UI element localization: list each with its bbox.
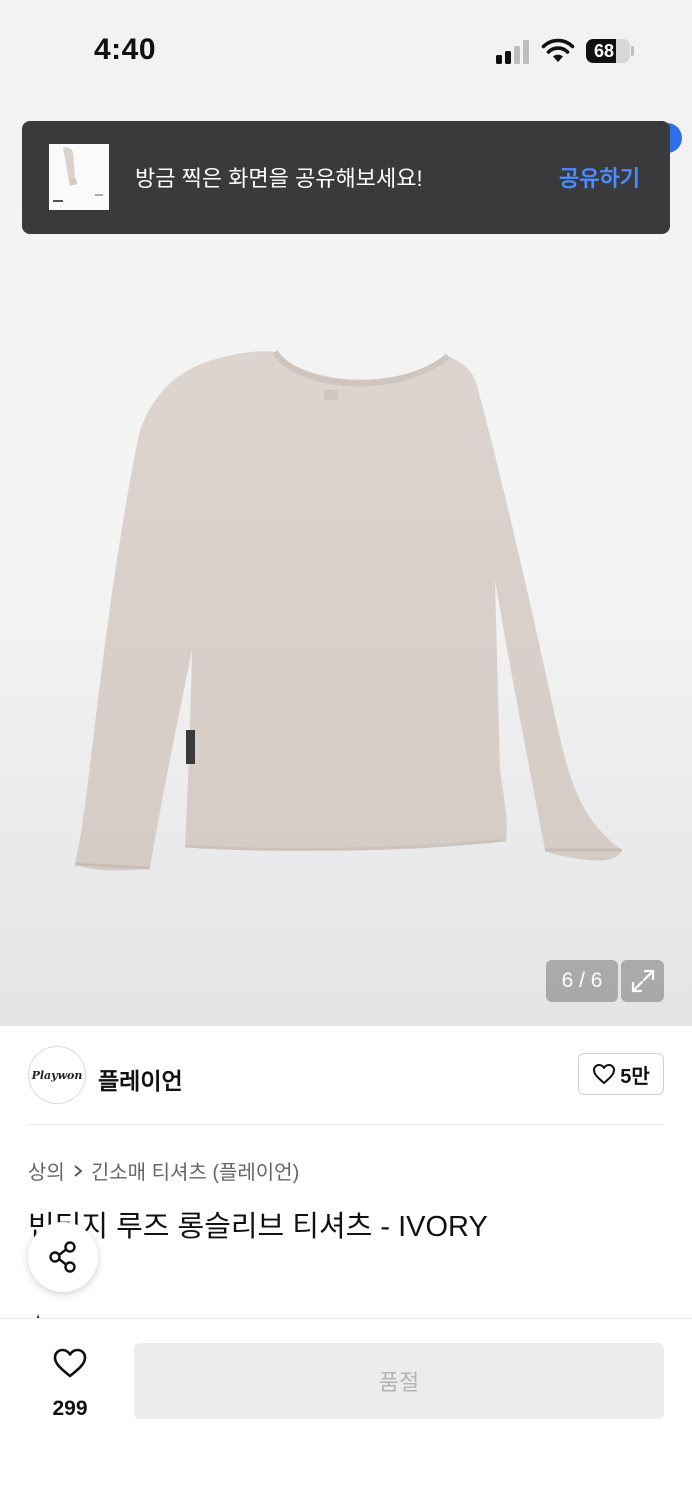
brand-like-count: 5만 xyxy=(620,1065,650,1088)
battery-icon: 68 xyxy=(586,39,630,63)
wishlist-button[interactable]: 299 xyxy=(30,1345,110,1425)
product-image xyxy=(74,350,622,871)
heart-icon xyxy=(53,1348,87,1378)
clock: 4:40 xyxy=(94,33,157,66)
battery-percent: 68 xyxy=(593,41,615,61)
divider xyxy=(28,1124,664,1125)
cellular-signal-icon xyxy=(496,40,529,64)
breadcrumb-item[interactable]: 상의 xyxy=(28,1156,65,1185)
breadcrumb: 상의 긴소매 티셔츠 (플레이언) xyxy=(28,1156,299,1185)
chevron-right-icon xyxy=(74,1164,83,1177)
share-icon xyxy=(49,1241,76,1273)
screenshot-thumbnail[interactable] xyxy=(49,144,109,210)
bottom-action-bar: 299 품절 xyxy=(0,1318,692,1501)
toast-message: 방금 찍은 화면을 공유해보세요! xyxy=(135,166,423,191)
brand-logo[interactable]: Playwon xyxy=(28,1046,86,1104)
status-bar: 4:40 68 xyxy=(0,0,692,100)
share-now-button[interactable]: 공유하기 xyxy=(559,161,640,193)
screenshot-thumbnail-image xyxy=(49,144,109,210)
screenshot-share-toast: 방금 찍은 화면을 공유해보세요! 공유하기 xyxy=(22,121,670,234)
battery-tip xyxy=(631,46,634,56)
breadcrumb-item[interactable]: 긴소매 티셔츠 (플레이언) xyxy=(91,1156,299,1185)
product-title: 빈티지 루즈 롱슬리브 티셔츠 - IVORY xyxy=(28,1211,488,1243)
wishlist-count: 299 xyxy=(52,1397,88,1420)
share-button[interactable] xyxy=(28,1222,98,1292)
wifi-icon xyxy=(541,38,575,62)
fullscreen-button[interactable] xyxy=(621,960,664,1002)
brand-like-button[interactable]: 5만 xyxy=(578,1053,664,1095)
heart-icon xyxy=(593,1064,616,1084)
image-counter: 6 / 6 xyxy=(546,960,618,1002)
brand-logo-text: Playwon xyxy=(31,1068,83,1082)
brand-row: Playwon 플레이언 5만 xyxy=(28,1046,664,1104)
soldout-button[interactable]: 품절 xyxy=(134,1343,664,1419)
brand-name[interactable]: 플레이언 xyxy=(98,1062,183,1096)
expand-icon xyxy=(631,969,654,993)
